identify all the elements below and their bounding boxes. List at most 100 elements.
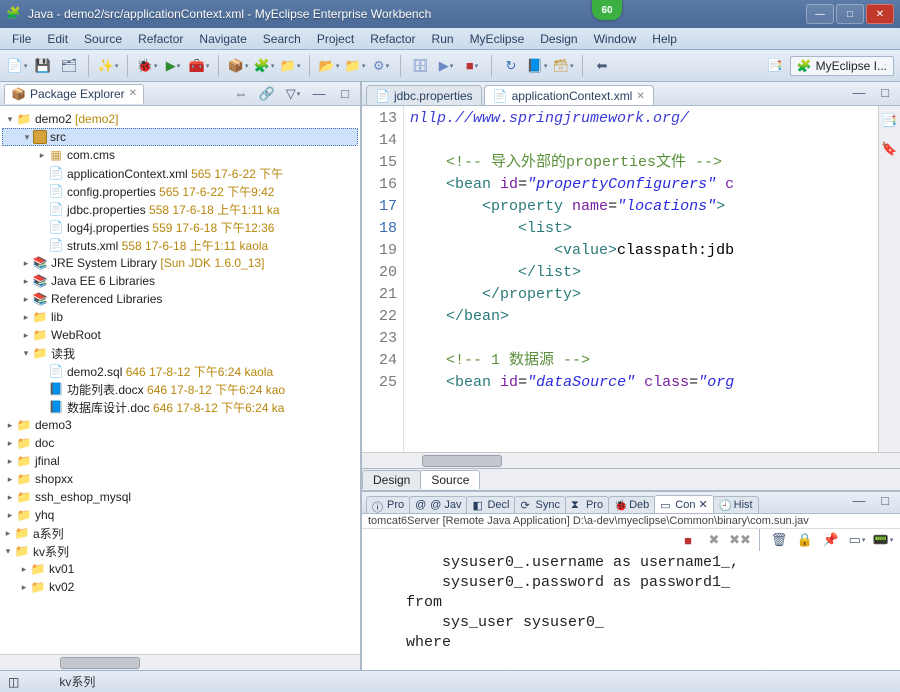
- tab-history[interactable]: 🕘Hist: [713, 496, 759, 513]
- source-tab[interactable]: Source: [420, 470, 480, 489]
- scroll-lock-icon[interactable]: 🔒: [794, 529, 816, 551]
- design-tab[interactable]: Design: [362, 470, 421, 489]
- xml-button[interactable]: 📘: [526, 55, 548, 77]
- tab-console[interactable]: ▭Con ✕: [654, 495, 713, 513]
- menu-edit[interactable]: Edit: [41, 30, 74, 48]
- tree-lib[interactable]: ▸📁lib: [2, 308, 358, 326]
- back-button[interactable]: ⬅: [591, 55, 613, 77]
- deploy-button[interactable]: ⚙: [370, 55, 392, 77]
- tree-file-config[interactable]: 📄config.properties 565 17-6-22 下午9:42: [2, 182, 358, 200]
- new-pkg-button[interactable]: 📦: [227, 55, 249, 77]
- close-button[interactable]: ✕: [866, 4, 894, 24]
- clear-console-icon[interactable]: 🗑: [768, 529, 790, 551]
- close-icon[interactable]: ✕: [129, 88, 137, 99]
- ext-tools-button[interactable]: 🧰: [188, 55, 210, 77]
- menu-design[interactable]: Design: [534, 30, 583, 48]
- console-output[interactable]: sysuser0_.username as username1_, sysuse…: [362, 551, 900, 670]
- minimize-view-icon[interactable]: —: [308, 83, 330, 105]
- save-button[interactable]: 💾: [32, 55, 54, 77]
- run-button[interactable]: ▶: [162, 55, 184, 77]
- tree-file-struts[interactable]: 📄struts.xml 558 17-6-18 上午1:11 kaola: [2, 236, 358, 254]
- menu-navigate[interactable]: Navigate: [193, 30, 252, 48]
- minimize-editor-icon[interactable]: —: [848, 81, 870, 103]
- servers-button[interactable]: 🗄: [409, 55, 431, 77]
- menu-window[interactable]: Window: [588, 30, 643, 48]
- package-tree[interactable]: ▾📁demo2 [demo2] ▾src ▸▦com.cms 📄applicat…: [0, 106, 360, 654]
- menu-run[interactable]: Run: [426, 30, 460, 48]
- view-menu-icon[interactable]: ▽: [282, 83, 304, 105]
- tree-pkg-comcms[interactable]: ▸▦com.cms: [2, 146, 358, 164]
- tree-ssh[interactable]: ▸📁ssh_eshop_mysql: [2, 488, 358, 506]
- tree-file-appctx[interactable]: 📄applicationContext.xml 565 17-6-22 下午: [2, 164, 358, 182]
- tree-file-sjk[interactable]: 📘数据库设计.doc 646 17-8-12 下午6:24 ka: [2, 398, 358, 416]
- maximize-view-icon[interactable]: □: [334, 83, 356, 105]
- menu-source[interactable]: Source: [78, 30, 128, 48]
- remove-terminated-icon[interactable]: ✖: [703, 529, 725, 551]
- new-type-button[interactable]: 🧩: [253, 55, 275, 77]
- menu-project[interactable]: Project: [311, 30, 360, 48]
- tab-sync[interactable]: ⟳Sync: [514, 496, 565, 513]
- tree-shopxx[interactable]: ▸📁shopxx: [2, 470, 358, 488]
- menu-refactor2[interactable]: Refactor: [364, 30, 421, 48]
- tree-kvseries[interactable]: ▾📁kv系列: [2, 542, 358, 560]
- tree-yhq[interactable]: ▸📁yhq: [2, 506, 358, 524]
- new-class-button[interactable]: 📁: [279, 55, 301, 77]
- tree-javaee[interactable]: ▸📚Java EE 6 Libraries: [2, 272, 358, 290]
- wizard-button[interactable]: ✨: [97, 55, 119, 77]
- editor-tab-appctx[interactable]: 📄applicationContext.xml✕: [484, 85, 654, 105]
- tab-declaration[interactable]: ◧Decl: [466, 496, 515, 513]
- code-content[interactable]: nllp.//www.springjrumework.org/ <!-- 导入外…: [404, 106, 878, 452]
- horizontal-scrollbar[interactable]: [0, 654, 360, 670]
- minimize-button[interactable]: —: [806, 4, 834, 24]
- refresh-button[interactable]: ↻: [500, 55, 522, 77]
- tab-javadoc[interactable]: @@ Jav: [409, 496, 467, 513]
- editor-tab-jdbc[interactable]: 📄jdbc.properties: [366, 85, 482, 105]
- menu-myeclipse[interactable]: MyEclipse: [464, 30, 531, 48]
- tree-file-gnlb[interactable]: 📘功能列表.docx 646 17-8-12 下午6:24 kao: [2, 380, 358, 398]
- new-button[interactable]: 📄: [6, 55, 28, 77]
- menu-refactor[interactable]: Refactor: [132, 30, 189, 48]
- terminate-icon[interactable]: ■: [677, 529, 699, 551]
- open-perspective-button[interactable]: 📑: [764, 55, 786, 77]
- tree-file-demo2sql[interactable]: 📄demo2.sql 646 17-8-12 下午6:24 kaola: [2, 362, 358, 380]
- collapse-all-icon[interactable]: ⇔: [230, 83, 252, 105]
- src-folder[interactable]: ▾src: [2, 128, 358, 146]
- tree-webroot[interactable]: ▸📁WebRoot: [2, 326, 358, 344]
- tree-jfinal[interactable]: ▸📁jfinal: [2, 452, 358, 470]
- package-explorer-tab[interactable]: 📦 Package Explorer ✕: [4, 84, 144, 104]
- maximize-button[interactable]: □: [836, 4, 864, 24]
- tree-file-jdbc[interactable]: 📄jdbc.properties 558 17-6-18 上午1:11 ka: [2, 200, 358, 218]
- remove-all-terminated-icon[interactable]: ✖✖: [729, 529, 751, 551]
- tree-doc[interactable]: ▸📁doc: [2, 434, 358, 452]
- tree-aseries[interactable]: ▸📁a系列: [2, 524, 358, 542]
- xml-editor[interactable]: 13141516171819202122232425 nllp.//www.sp…: [362, 106, 900, 452]
- markers-icon[interactable]: 🔖: [879, 138, 900, 160]
- close-icon[interactable]: ✕: [636, 91, 644, 102]
- perspective-switcher[interactable]: 🧩 MyEclipse I...: [790, 56, 894, 76]
- menu-file[interactable]: File: [6, 30, 37, 48]
- start-server-button[interactable]: ▶: [435, 55, 457, 77]
- minimize-console-icon[interactable]: —: [848, 489, 870, 511]
- close-icon[interactable]: ✕: [698, 498, 707, 511]
- db-button[interactable]: 🗃: [552, 55, 574, 77]
- outline-icon[interactable]: 📑: [879, 110, 900, 132]
- debug-button[interactable]: 🐞: [136, 55, 158, 77]
- tree-reflib[interactable]: ▸📚Referenced Libraries: [2, 290, 358, 308]
- maximize-console-icon[interactable]: □: [874, 489, 896, 511]
- launch-button[interactable]: 📁: [344, 55, 366, 77]
- open-type-button[interactable]: 📂: [318, 55, 340, 77]
- menu-help[interactable]: Help: [646, 30, 683, 48]
- stop-server-button[interactable]: ■: [461, 55, 483, 77]
- tree-kv01[interactable]: ▸📁kv01: [2, 560, 358, 578]
- tree-readme[interactable]: ▾📁读我: [2, 344, 358, 362]
- link-editor-icon[interactable]: 🔗: [256, 83, 278, 105]
- tab-progress[interactable]: ⧗Pro: [565, 496, 609, 513]
- open-console-icon[interactable]: 📟: [872, 529, 894, 551]
- tab-problems[interactable]: ⓘPro: [366, 496, 410, 513]
- pin-console-icon[interactable]: 📌: [820, 529, 842, 551]
- tree-demo3[interactable]: ▸📁demo3: [2, 416, 358, 434]
- tree-jre[interactable]: ▸📚JRE System Library [Sun JDK 1.6.0_13]: [2, 254, 358, 272]
- save-all-button[interactable]: 🗂: [58, 55, 80, 77]
- tab-debug[interactable]: 🐞Deb: [608, 496, 655, 513]
- tree-file-log4j[interactable]: 📄log4j.properties 559 17-6-18 下午12:36: [2, 218, 358, 236]
